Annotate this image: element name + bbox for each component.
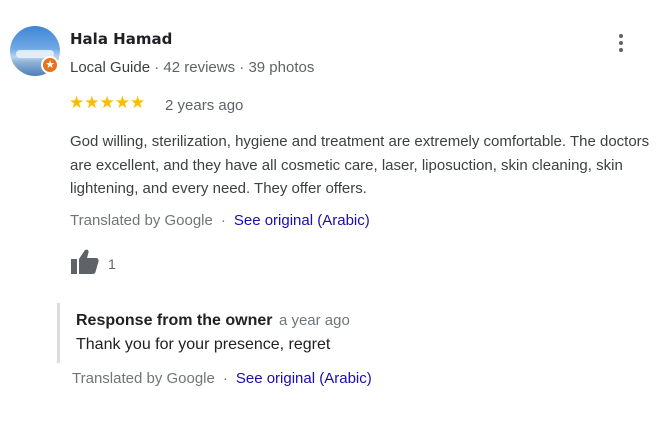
thumbs-up-icon[interactable] — [70, 248, 102, 276]
see-original-link[interactable]: See original (Arabic) — [236, 370, 372, 387]
more-dot — [619, 34, 623, 38]
review-age: 2 years ago — [165, 97, 244, 114]
more-options-icon[interactable] — [612, 34, 630, 58]
meta-separator: · — [154, 59, 160, 76]
dot-separator: · — [220, 212, 226, 229]
like-count: 1 — [108, 256, 116, 272]
more-dot — [619, 48, 623, 52]
star-rating: ★★★★★ — [69, 93, 146, 112]
reviewer-meta: Local Guide · 42 reviews · 39 photos — [70, 59, 314, 76]
translated-by-label: Translated by Google — [70, 212, 213, 229]
reviewer-name[interactable]: Hala Hamad — [70, 30, 172, 48]
more-dot — [619, 41, 623, 45]
translated-by-label: Translated by Google — [72, 370, 215, 387]
local-guide-badge-icon: ★ — [41, 56, 59, 74]
local-guide-label: Local Guide — [70, 59, 151, 76]
review-text: God willing, sterilization, hygiene and … — [70, 133, 650, 197]
response-translation-line: Translated by Google · See original (Arabi… — [72, 370, 372, 387]
dot-separator: · — [222, 370, 228, 387]
review-count: 42 reviews — [163, 59, 236, 76]
meta-separator: · — [239, 59, 245, 76]
owner-response-age: a year ago — [278, 312, 350, 329]
response-divider — [57, 303, 60, 363]
owner-response-text: Thank you for your presence, regret — [76, 336, 331, 353]
owner-response-title: Response from the owner — [76, 312, 273, 329]
review-translation-line: Translated by Google · See original (Arabi… — [70, 212, 370, 229]
photo-count: 39 photos — [248, 59, 315, 76]
owner-response-header: Response from the owner a year ago — [76, 312, 350, 330]
see-original-link[interactable]: See original (Arabic) — [234, 212, 370, 229]
